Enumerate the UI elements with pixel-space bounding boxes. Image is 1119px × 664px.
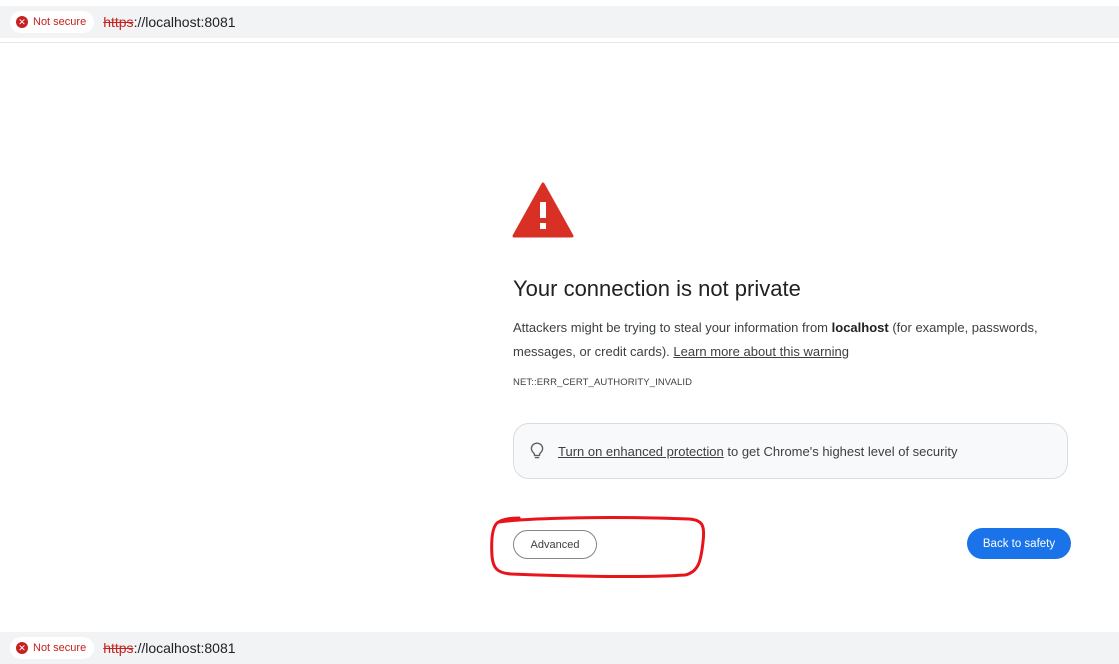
error-icon: ✕ (16, 16, 28, 28)
footer-security-chip[interactable]: ✕ Not secure (10, 637, 95, 659)
url-text[interactable]: https://localhost:8081 (103, 14, 235, 30)
learn-more-link[interactable]: Learn more about this warning (673, 344, 849, 359)
enhanced-protection-banner: Turn on enhanced protection to get Chrom… (513, 423, 1068, 479)
footer-address-bar[interactable]: ✕ Not secure https://localhost:8081 (0, 632, 1119, 664)
error-code: NET::ERR_CERT_AUTHORITY_INVALID (513, 377, 693, 388)
enhanced-protection-text: Turn on enhanced protection to get Chrom… (558, 444, 957, 459)
lightbulb-icon (530, 442, 544, 459)
footer-url-scheme: https (103, 640, 134, 656)
security-label: Not secure (33, 16, 87, 28)
back-to-safety-button[interactable]: Back to safety (967, 528, 1071, 559)
footer-url-text[interactable]: https://localhost:8081 (103, 640, 235, 656)
description-prefix: Attackers might be trying to steal your … (513, 320, 832, 335)
footer-security-label: Not secure (33, 642, 87, 654)
url-scheme: https (103, 14, 134, 30)
url-host: ://localhost:8081 (133, 14, 236, 30)
warning-description: Attackers might be trying to steal your … (513, 316, 1058, 364)
footer-url-host: ://localhost:8081 (133, 640, 236, 656)
host-name: localhost (831, 320, 889, 335)
warning-triangle-icon (512, 182, 574, 238)
page-title: Your connection is not private (513, 276, 801, 301)
security-chip[interactable]: ✕ Not secure (10, 11, 95, 33)
address-bar[interactable]: ✕ Not secure https://localhost:8081 (0, 6, 1119, 38)
enhanced-protection-suffix: to get Chrome's highest level of securit… (723, 443, 958, 459)
footer-error-icon: ✕ (16, 642, 28, 654)
enhanced-protection-link[interactable]: Turn on enhanced protection (558, 444, 724, 459)
toolbar-divider (0, 42, 1119, 43)
advanced-button[interactable]: Advanced (513, 530, 597, 559)
